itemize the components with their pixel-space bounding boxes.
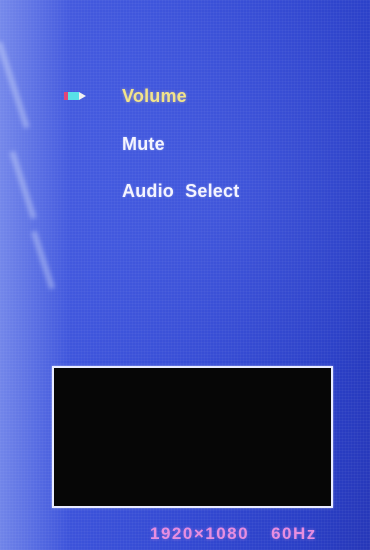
resolution-value: 1920×1080 (150, 524, 250, 543)
menu-item-mute[interactable]: Mute (122, 134, 165, 155)
menu-item-volume[interactable]: Volume (122, 86, 187, 107)
monitor-osd-screen: Volume Mute Audio Select 1920×1080 60Hz (0, 0, 370, 550)
glare-streak (9, 150, 37, 220)
glare-streak (0, 41, 30, 129)
refresh-rate-value: 60Hz (271, 524, 317, 543)
preview-window (52, 366, 333, 508)
menu-item-audio-select[interactable]: Audio Select (122, 181, 239, 202)
pencil-pointer-icon (64, 92, 86, 100)
glare-streak (30, 230, 56, 290)
resolution-status: 1920×1080 60Hz (150, 524, 317, 544)
